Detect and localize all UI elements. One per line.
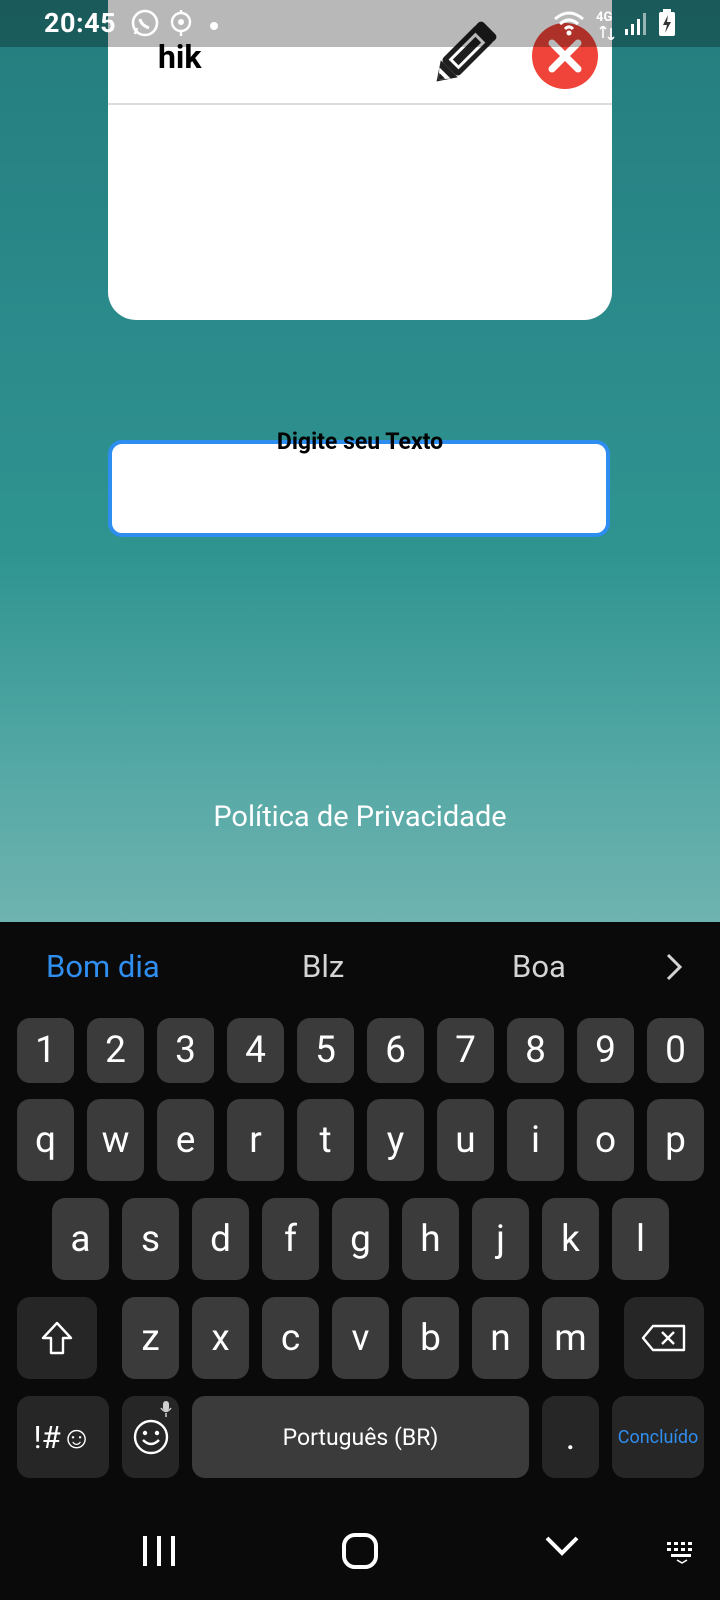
period-key[interactable]: . bbox=[542, 1396, 599, 1478]
home-icon[interactable] bbox=[341, 1532, 379, 1574]
emoji-icon bbox=[133, 1419, 168, 1455]
key-u[interactable]: u bbox=[437, 1099, 494, 1181]
key-v[interactable]: v bbox=[332, 1297, 389, 1379]
symbols-key[interactable]: !#☺ bbox=[17, 1396, 109, 1478]
emoji-key[interactable] bbox=[122, 1396, 179, 1478]
location-icon bbox=[168, 8, 194, 42]
status-time: 20:45 bbox=[44, 7, 117, 39]
key-a[interactable]: a bbox=[52, 1198, 109, 1280]
chevron-right-icon[interactable] bbox=[664, 952, 684, 986]
signal-icon bbox=[624, 12, 648, 40]
key-3[interactable]: 3 bbox=[157, 1018, 214, 1083]
key-z[interactable]: z bbox=[122, 1297, 179, 1379]
keyboard-toggle-icon[interactable] bbox=[665, 1540, 699, 1568]
key-0[interactable]: 0 bbox=[647, 1018, 704, 1083]
note-card: hik bbox=[108, 0, 612, 320]
status-bar: 20:45 4G bbox=[0, 0, 720, 47]
recent-apps-icon[interactable] bbox=[141, 1534, 177, 1572]
space-key[interactable]: Português (BR) bbox=[192, 1396, 529, 1478]
wifi-icon bbox=[553, 10, 585, 40]
key-r[interactable]: r bbox=[227, 1099, 284, 1181]
suggestion-3[interactable]: Boa bbox=[512, 948, 566, 985]
key-s[interactable]: s bbox=[122, 1198, 179, 1280]
chevron-down-icon[interactable] bbox=[544, 1534, 580, 1562]
key-f[interactable]: f bbox=[262, 1198, 319, 1280]
key-e[interactable]: e bbox=[157, 1099, 214, 1181]
dot-icon bbox=[209, 16, 219, 35]
key-j[interactable]: j bbox=[472, 1198, 529, 1280]
key-l[interactable]: l bbox=[612, 1198, 669, 1280]
key-5[interactable]: 5 bbox=[297, 1018, 354, 1083]
key-t[interactable]: t bbox=[297, 1099, 354, 1181]
key-9[interactable]: 9 bbox=[577, 1018, 634, 1083]
key-2[interactable]: 2 bbox=[87, 1018, 144, 1083]
shift-icon bbox=[41, 1321, 73, 1355]
key-6[interactable]: 6 bbox=[367, 1018, 424, 1083]
privacy-policy-link[interactable]: Política de Privacidade bbox=[0, 800, 720, 834]
key-o[interactable]: o bbox=[577, 1099, 634, 1181]
text-input-label: Digite seu Texto bbox=[276, 428, 444, 455]
data-arrows-icon bbox=[599, 24, 615, 44]
battery-icon bbox=[658, 9, 676, 41]
backspace-icon bbox=[641, 1324, 686, 1352]
key-1[interactable]: 1 bbox=[17, 1018, 74, 1083]
network-label: 4G bbox=[596, 10, 613, 25]
whatsapp-icon bbox=[130, 8, 160, 42]
key-p[interactable]: p bbox=[647, 1099, 704, 1181]
key-8[interactable]: 8 bbox=[507, 1018, 564, 1083]
backspace-key[interactable] bbox=[624, 1297, 704, 1379]
key-x[interactable]: x bbox=[192, 1297, 249, 1379]
card-divider bbox=[108, 103, 612, 105]
app-screen: 20:45 4G hik Digite seu Texto Política d… bbox=[0, 0, 720, 922]
key-k[interactable]: k bbox=[542, 1198, 599, 1280]
key-7[interactable]: 7 bbox=[437, 1018, 494, 1083]
key-w[interactable]: w bbox=[87, 1099, 144, 1181]
key-h[interactable]: h bbox=[402, 1198, 459, 1280]
key-c[interactable]: c bbox=[262, 1297, 319, 1379]
key-4[interactable]: 4 bbox=[227, 1018, 284, 1083]
key-q[interactable]: q bbox=[17, 1099, 74, 1181]
key-i[interactable]: i bbox=[507, 1099, 564, 1181]
key-m[interactable]: m bbox=[542, 1297, 599, 1379]
key-d[interactable]: d bbox=[192, 1198, 249, 1280]
shift-key[interactable] bbox=[17, 1297, 97, 1379]
key-y[interactable]: y bbox=[367, 1099, 424, 1181]
keyboard: Bom dia Blz Boa 1 2 3 4 5 6 7 8 9 0 q w … bbox=[0, 922, 720, 1600]
suggestion-1[interactable]: Bom dia bbox=[46, 948, 160, 985]
key-g[interactable]: g bbox=[332, 1198, 389, 1280]
done-key[interactable]: Concluído bbox=[612, 1396, 704, 1478]
mic-icon bbox=[160, 1401, 172, 1417]
key-b[interactable]: b bbox=[402, 1297, 459, 1379]
key-n[interactable]: n bbox=[472, 1297, 529, 1379]
suggestion-2[interactable]: Blz bbox=[302, 948, 344, 985]
